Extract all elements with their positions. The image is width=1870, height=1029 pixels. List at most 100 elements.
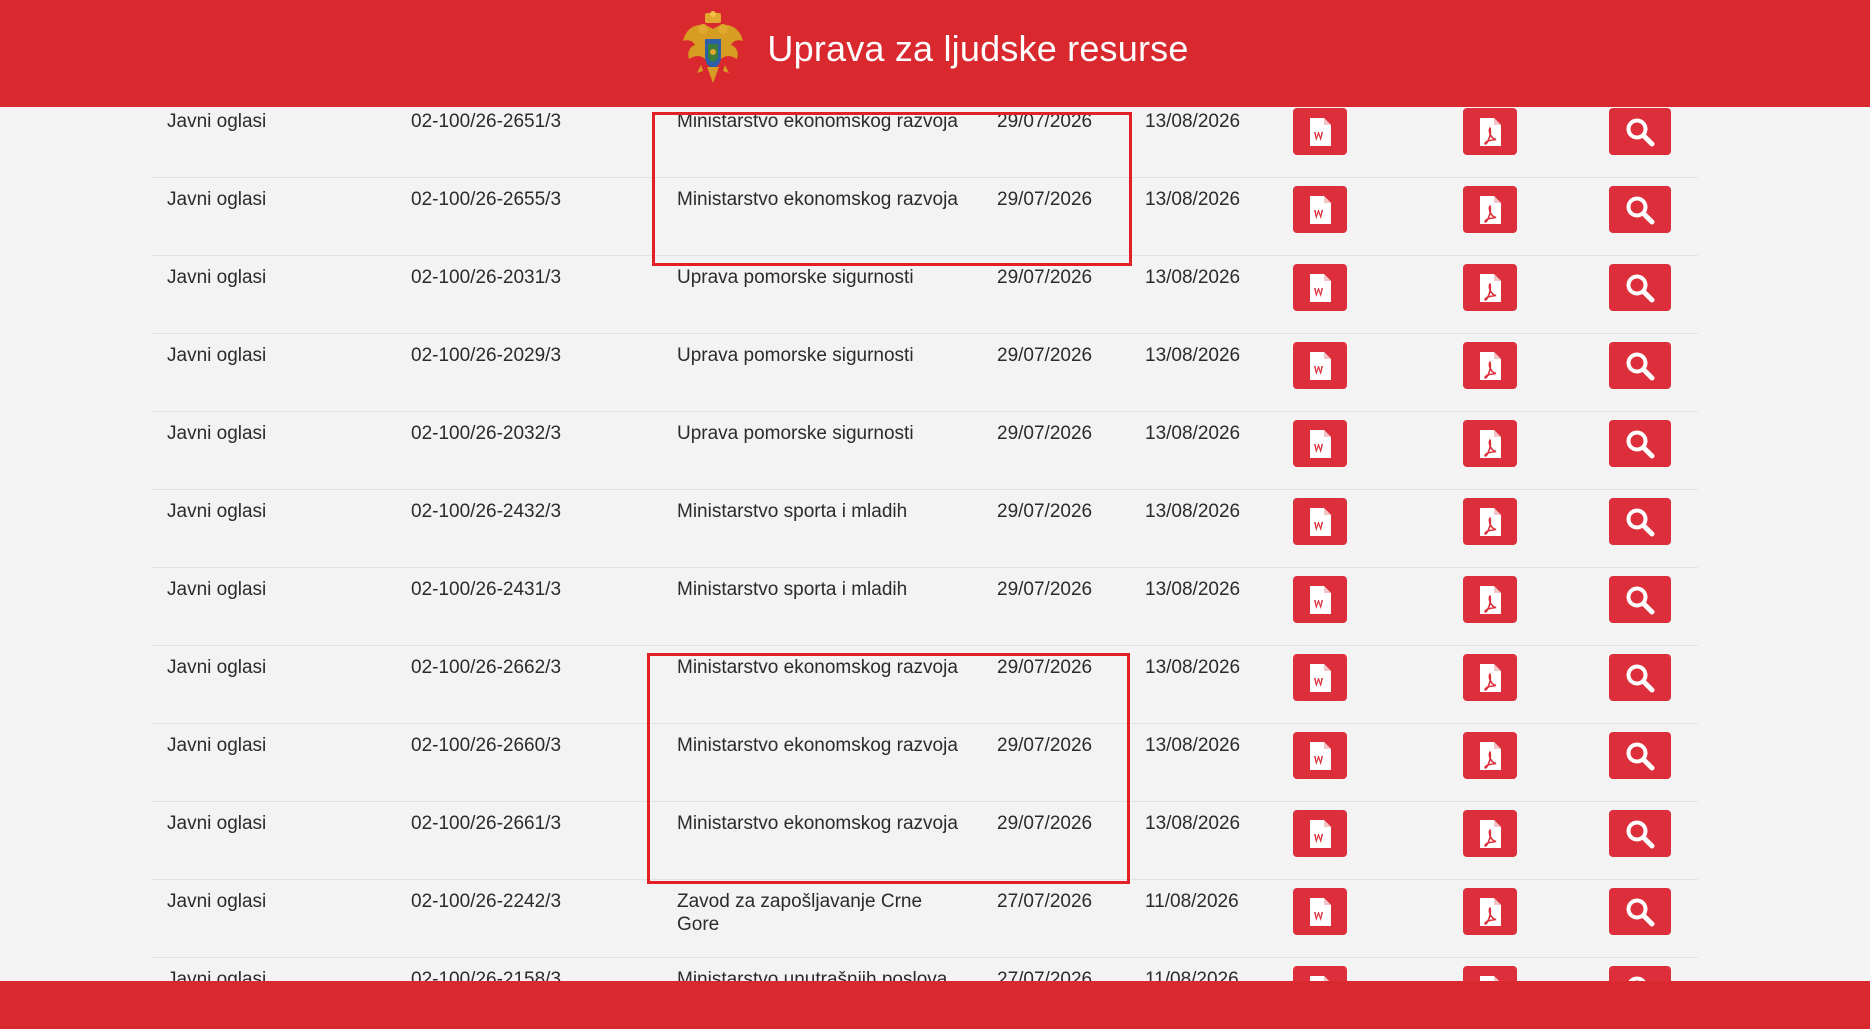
download-word-button[interactable] <box>1293 186 1347 233</box>
row-number: 02-100/26-2031/3 <box>411 267 562 288</box>
view-details-button[interactable] <box>1609 810 1671 857</box>
row-date-published: 29/07/2026 <box>997 813 1093 834</box>
row-type: Javni oglasi <box>167 111 267 132</box>
view-details-button[interactable] <box>1609 264 1671 311</box>
row-date-deadline: 13/08/2026 <box>1145 813 1241 834</box>
download-pdf-button[interactable] <box>1463 810 1517 857</box>
download-word-button[interactable] <box>1293 108 1347 155</box>
row-date-deadline: 11/08/2026 <box>1145 969 1239 981</box>
row-institution: Uprava pomorske sigurnosti <box>677 267 914 288</box>
word-document-icon <box>1310 273 1331 302</box>
pdf-document-icon <box>1480 507 1501 536</box>
table-row: Javni oglasi 02-100/26-2158/3 Ministarstvo… <box>151 958 1698 981</box>
download-pdf-button[interactable] <box>1463 342 1517 389</box>
table-row: Javni oglasi 02-100/26-2661/3 Ministarstvo… <box>151 802 1698 880</box>
row-date-published: 29/07/2026 <box>997 345 1093 366</box>
word-document-icon <box>1310 585 1331 614</box>
table-row: Javni oglasi 02-100/26-2651/3 Ministarstvo… <box>151 107 1698 178</box>
search-icon <box>1626 742 1655 770</box>
download-word-button[interactable] <box>1293 342 1347 389</box>
download-word-button[interactable] <box>1293 732 1347 779</box>
row-date-deadline: 13/08/2026 <box>1145 657 1241 678</box>
row-date-deadline: 13/08/2026 <box>1145 501 1241 522</box>
download-pdf-button[interactable] <box>1463 108 1517 155</box>
row-date-published: 27/07/2026 <box>997 891 1093 912</box>
download-pdf-button[interactable] <box>1463 498 1517 545</box>
download-word-button[interactable] <box>1293 888 1347 935</box>
row-number: 02-100/26-2660/3 <box>411 735 562 756</box>
download-word-button[interactable] <box>1293 966 1347 981</box>
row-type: Javni oglasi <box>167 501 267 522</box>
download-word-button[interactable] <box>1293 264 1347 311</box>
job-listings-table[interactable]: Javni oglasi 02-100/26-2651/3 Ministarstvo… <box>0 107 1870 981</box>
download-word-button[interactable] <box>1293 654 1347 701</box>
view-details-button[interactable] <box>1609 888 1671 935</box>
row-institution: Ministarstvo ekonomskog razvoja <box>677 813 958 834</box>
view-details-button[interactable] <box>1609 420 1671 467</box>
row-type: Javni oglasi <box>167 267 267 288</box>
pdf-document-icon <box>1480 663 1501 692</box>
row-type: Javni oglasi <box>167 579 267 600</box>
pdf-document-icon <box>1480 741 1501 770</box>
view-details-button[interactable] <box>1609 186 1671 233</box>
download-pdf-button[interactable] <box>1463 654 1517 701</box>
search-icon <box>1626 352 1655 380</box>
pdf-document-icon <box>1480 273 1501 302</box>
view-details-button[interactable] <box>1609 654 1671 701</box>
row-date-published: 29/07/2026 <box>997 111 1093 132</box>
row-institution: Ministarstvo ekonomskog razvoja <box>677 111 958 132</box>
coat-of-arms-logo <box>683 10 744 83</box>
row-date-published: 29/07/2026 <box>997 423 1093 444</box>
row-date-deadline: 13/08/2026 <box>1145 267 1241 288</box>
row-institution: Ministarstvo ekonomskog razvoja <box>677 657 958 678</box>
download-word-button[interactable] <box>1293 498 1347 545</box>
row-institution: Uprava pomorske sigurnosti <box>677 345 914 366</box>
row-type: Javni oglasi <box>167 345 267 366</box>
row-number: 02-100/26-2242/3 <box>411 891 562 912</box>
download-pdf-button[interactable] <box>1463 264 1517 311</box>
view-details-button[interactable] <box>1609 342 1671 389</box>
download-word-button[interactable] <box>1293 576 1347 623</box>
row-number: 02-100/26-2651/3 <box>411 111 562 132</box>
view-details-button[interactable] <box>1609 498 1671 545</box>
row-type: Javni oglasi <box>167 813 267 834</box>
download-word-button[interactable] <box>1293 420 1347 467</box>
pdf-document-icon <box>1480 429 1501 458</box>
search-icon <box>1626 664 1655 692</box>
search-icon <box>1626 898 1655 926</box>
view-details-button[interactable] <box>1609 966 1671 981</box>
download-pdf-button[interactable] <box>1463 732 1517 779</box>
view-details-button[interactable] <box>1609 732 1671 779</box>
table-row: Javni oglasi 02-100/26-2029/3 Uprava pomor… <box>151 334 1698 412</box>
word-document-icon <box>1310 819 1331 848</box>
row-number: 02-100/26-2655/3 <box>411 189 562 210</box>
word-document-icon <box>1310 507 1331 536</box>
row-number: 02-100/26-2032/3 <box>411 423 562 444</box>
download-pdf-button[interactable] <box>1463 186 1517 233</box>
header-title-group: Uprava za ljudske resurse <box>681 10 1189 87</box>
table-row: Javni oglasi 02-100/26-2660/3 Ministarstvo… <box>151 724 1698 802</box>
search-icon <box>1626 118 1655 146</box>
view-details-button[interactable] <box>1609 108 1671 155</box>
download-pdf-button[interactable] <box>1463 966 1517 981</box>
table-row: Javni oglasi 02-100/26-2662/3 Ministarstvo… <box>151 646 1698 724</box>
search-icon <box>1626 274 1655 302</box>
pdf-document-icon <box>1480 195 1501 224</box>
table-row: Javni oglasi 02-100/26-2432/3 Ministarstvo… <box>151 490 1698 568</box>
row-date-deadline: 13/08/2026 <box>1145 189 1241 210</box>
table-row: Javni oglasi 02-100/26-2431/3 Ministarstvo… <box>151 568 1698 646</box>
row-number: 02-100/26-2432/3 <box>411 501 562 522</box>
download-pdf-button[interactable] <box>1463 888 1517 935</box>
word-document-icon <box>1310 741 1331 770</box>
pdf-document-icon <box>1480 585 1501 614</box>
view-details-button[interactable] <box>1609 576 1671 623</box>
word-document-icon <box>1310 117 1331 146</box>
row-institution: Ministarstvo sporta i mladih <box>677 501 908 522</box>
pdf-document-icon <box>1480 819 1501 848</box>
download-pdf-button[interactable] <box>1463 576 1517 623</box>
row-date-deadline: 13/08/2026 <box>1145 735 1241 756</box>
page-title: Uprava za ljudske resurse <box>767 27 1189 69</box>
row-date-published: 29/07/2026 <box>997 735 1093 756</box>
download-word-button[interactable] <box>1293 810 1347 857</box>
download-pdf-button[interactable] <box>1463 420 1517 467</box>
